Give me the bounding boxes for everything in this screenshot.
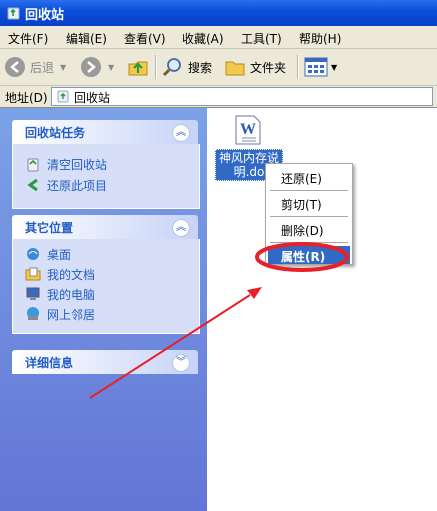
collapse-icon[interactable]: ︽ [172, 124, 190, 142]
title-bar[interactable]: 回收站 [0, 0, 437, 26]
recycle-bin-icon [27, 158, 39, 172]
restore-icon [27, 178, 38, 192]
panel-recycle-tasks-header[interactable]: 回收站任务 ︽ [12, 120, 198, 144]
panel-title: 回收站任务 [25, 126, 86, 140]
place-my-documents[interactable]: 我的文档 [25, 265, 95, 283]
folders-button[interactable]: 文件夹 [224, 55, 286, 79]
computer-icon [26, 287, 40, 300]
panel-recycle-tasks-body: 清空回收站 还原此项目 [12, 144, 200, 209]
collapse-icon[interactable]: ︽ [172, 219, 190, 237]
place-my-computer[interactable]: 我的电脑 [25, 285, 95, 303]
recycle-bin-icon [7, 7, 20, 20]
back-arrow-icon [5, 57, 25, 77]
menu-edit[interactable]: 编辑(E) [66, 30, 107, 47]
task-restore-item[interactable]: 还原此项目 [25, 176, 107, 194]
up-folder-icon [128, 61, 148, 76]
up-folder-button[interactable] [127, 55, 149, 79]
documents-icon [25, 267, 41, 281]
panel-other-places-header[interactable]: 其它位置 ︽ [12, 215, 198, 239]
network-icon [27, 307, 39, 320]
menu-file[interactable]: 文件(F) [8, 30, 48, 47]
toolbar: 后退 ▼ ▼ 搜索 文件夹 ▼ [0, 49, 437, 86]
forward-arrow-icon [81, 57, 101, 77]
svg-text:W: W [240, 121, 256, 138]
context-menu-properties[interactable]: 属性(R) [268, 246, 350, 264]
address-value: 回收站 [74, 91, 111, 105]
toolbar-separator [155, 55, 157, 79]
menu-item-label: 还原(E) [281, 172, 322, 186]
panel-details-header[interactable]: 详细信息 ︾ [12, 350, 198, 374]
desktop-icon [27, 248, 39, 260]
panel-other-places-body: 桌面 我的文档 我的电脑 网上邻居 [12, 239, 200, 334]
task-label: 还原此项目 [47, 178, 108, 193]
back-label: 后退 [30, 60, 55, 75]
chevron-down-icon[interactable]: ▼ [60, 63, 66, 72]
task-empty-recycle-bin[interactable]: 清空回收站 [25, 155, 107, 173]
place-label: 我的文档 [47, 267, 96, 282]
address-bar: 地址(D) 回收站 [0, 86, 437, 108]
search-button[interactable]: 搜索 [162, 55, 212, 79]
menu-favorites[interactable]: 收藏(A) [182, 30, 224, 47]
menu-item-label: 属性(R) [281, 250, 326, 264]
panel-title: 其它位置 [25, 221, 74, 235]
context-menu-delete[interactable]: 删除(D) [268, 220, 350, 238]
chevron-down-icon[interactable]: ▼ [108, 63, 114, 72]
word-document-icon[interactable]: W [232, 114, 264, 146]
search-label: 搜索 [188, 60, 213, 75]
menu-item-label: 删除(D) [281, 224, 324, 238]
context-menu-cut[interactable]: 剪切(T) [268, 194, 350, 212]
place-label: 桌面 [47, 247, 72, 262]
address-label: 地址(D) [5, 91, 48, 105]
back-button[interactable]: 后退 ▼ [4, 55, 66, 79]
context-menu-restore[interactable]: 还原(E) [268, 168, 350, 186]
views-button[interactable]: ▼ [304, 55, 337, 79]
menu-bar: 文件(F) 编辑(E) 查看(V) 收藏(A) 工具(T) 帮助(H) [0, 26, 437, 49]
menu-view[interactable]: 查看(V) [124, 30, 166, 47]
expand-icon[interactable]: ︾ [172, 354, 190, 372]
menu-separator [270, 190, 348, 191]
window-title: 回收站 [25, 8, 65, 23]
place-label: 网上邻居 [47, 307, 96, 322]
place-network[interactable]: 网上邻居 [25, 305, 95, 323]
folder-icon [225, 61, 245, 76]
toolbar-separator [297, 55, 299, 79]
chevron-down-icon[interactable]: ▼ [331, 63, 337, 72]
views-icon [304, 57, 328, 77]
search-icon [162, 58, 181, 77]
forward-button[interactable]: ▼ [80, 55, 114, 79]
menu-tools[interactable]: 工具(T) [241, 30, 282, 47]
place-desktop[interactable]: 桌面 [25, 245, 71, 263]
folders-label: 文件夹 [250, 60, 287, 75]
task-pane: 回收站任务 ︽ 清空回收站 还原此项目 其它位置 ︽ 桌面 我的文档 我的电脑 … [0, 108, 207, 511]
menu-separator [270, 216, 348, 217]
address-field[interactable]: 回收站 [51, 87, 433, 106]
menu-item-label: 剪切(T) [281, 198, 322, 212]
menu-help[interactable]: 帮助(H) [299, 30, 341, 47]
menu-separator [270, 242, 348, 243]
recycle-bin-icon [57, 90, 69, 103]
context-menu: 还原(E) 剪切(T) 删除(D) 属性(R) [265, 163, 353, 265]
panel-title: 详细信息 [25, 356, 74, 370]
place-label: 我的电脑 [47, 287, 96, 302]
task-label: 清空回收站 [47, 157, 108, 172]
